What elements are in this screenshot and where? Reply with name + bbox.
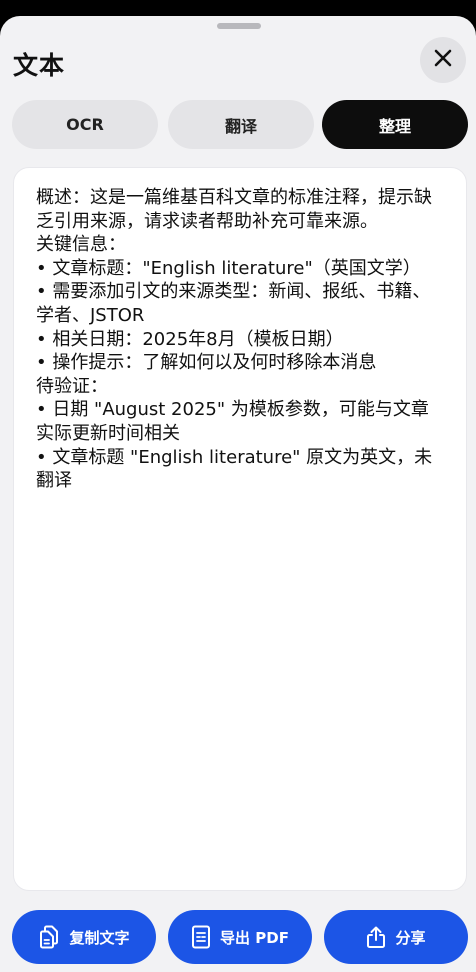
organized-text[interactable]: 概述：这是一篇维基百科文章的标准注释，提示缺乏引用来源，请求读者帮助补充可靠来源… — [36, 186, 444, 493]
copy-text-button[interactable]: 复制文字 — [12, 910, 156, 964]
text-sheet: 文本 OCR 翻译 整理 概述：这是一篇维基百科文章的标准注释，提示缺乏引用来源… — [0, 16, 476, 972]
text-content-card: 概述：这是一篇维基百科文章的标准注释，提示缺乏引用来源，请求读者帮助补充可靠来源… — [13, 167, 467, 891]
export-pdf-button[interactable]: 导出 PDF — [168, 910, 312, 964]
copy-icon — [38, 925, 60, 949]
sheet-grabber[interactable] — [217, 23, 261, 29]
tab-ocr[interactable]: OCR — [12, 100, 158, 149]
tab-bar: OCR 翻译 整理 — [12, 100, 468, 149]
pdf-icon — [191, 925, 211, 949]
copy-text-label: 复制文字 — [69, 928, 130, 947]
tab-translate[interactable]: 翻译 — [168, 100, 314, 149]
page-title: 文本 — [13, 51, 66, 80]
export-pdf-label: 导出 PDF — [220, 928, 289, 947]
share-label: 分享 — [395, 928, 426, 947]
close-button[interactable] — [420, 37, 466, 83]
tab-organize[interactable]: 整理 — [322, 100, 468, 149]
close-icon — [433, 48, 453, 72]
share-icon — [366, 925, 386, 949]
share-button[interactable]: 分享 — [324, 910, 468, 964]
action-bar: 复制文字 导出 PDF 分享 — [12, 910, 468, 964]
